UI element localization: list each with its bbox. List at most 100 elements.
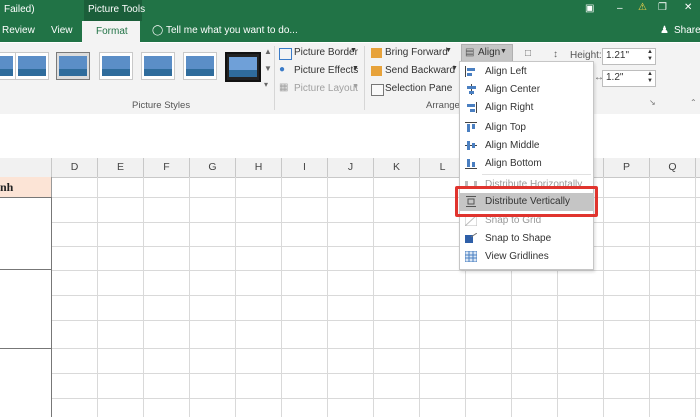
menu-item-view-gridlines[interactable]: View Gridlines (460, 248, 593, 266)
column-headers: D E F G H I J K L M N O P Q (0, 158, 700, 178)
gallery-scroll-up-icon[interactable]: ▲ (264, 47, 272, 56)
spin-down-icon[interactable]: ▼ (647, 78, 653, 84)
align-icon: ▤ (465, 47, 475, 58)
gridline (189, 177, 190, 417)
align-button-label: Align (478, 47, 501, 58)
warning-icon: ⚠ (638, 2, 647, 13)
gridline (0, 222, 700, 223)
height-label: Height: (570, 50, 602, 61)
width-input[interactable]: 1.2" ▲ ▼ (602, 70, 656, 87)
selection-pane-button[interactable]: Selection Pane (385, 83, 452, 94)
spin-down-icon[interactable]: ▼ (647, 56, 653, 62)
tab-view[interactable]: View (51, 25, 73, 36)
column-header-i[interactable]: I (282, 158, 328, 177)
align-dropdown-menu: Align Left Align Center Align Right Alig… (459, 61, 594, 270)
highlight-box (455, 186, 598, 217)
menu-item-align-right[interactable]: Align Right (460, 99, 593, 117)
picture-effects-button[interactable]: Picture Effects (294, 65, 358, 76)
bring-forward-icon (371, 48, 382, 58)
gridline (0, 348, 700, 349)
share-button[interactable]: Share (674, 25, 700, 36)
height-input[interactable]: 1.21" ▲ ▼ (602, 48, 656, 65)
tell-me-search[interactable]: Tell me what you want to do... (166, 25, 298, 36)
merged-cell-border (0, 197, 52, 417)
column-header-partial[interactable] (0, 158, 52, 177)
merged-cell-border (0, 269, 52, 270)
picture-style-thumb[interactable] (183, 52, 217, 80)
lightbulb-icon: ◯ (152, 25, 164, 36)
height-value: 1.21" (606, 50, 630, 61)
picture-layout-icon: ▦ (279, 82, 289, 93)
align-middle-icon (465, 140, 477, 151)
divider (274, 46, 275, 110)
menu-item-align-left[interactable]: Align Left (460, 63, 593, 81)
gridline (0, 398, 700, 399)
group-label-picture-styles: Picture Styles (132, 100, 191, 111)
gridline (281, 177, 282, 417)
crop-icon[interactable]: □ (525, 48, 531, 59)
gridline (603, 177, 604, 417)
height-icon: ↕ (553, 49, 558, 60)
window-title: Failed) (4, 4, 35, 15)
menu-item-label: Align Left (485, 66, 527, 77)
tab-format[interactable]: Format (82, 21, 140, 43)
picture-border-button[interactable]: Picture Border (294, 47, 358, 58)
chevron-down-icon: ▼ (352, 83, 359, 90)
restore-icon[interactable]: ❐ (658, 2, 667, 13)
chevron-down-icon: ▼ (352, 65, 359, 72)
minimize-icon[interactable]: – (617, 3, 623, 14)
align-left-icon (465, 66, 477, 77)
chevron-down-icon: ▼ (350, 47, 357, 54)
chevron-down-icon: ▼ (451, 65, 458, 72)
gridline (419, 177, 420, 417)
width-value: 1.2" (606, 72, 624, 83)
picture-style-thumb[interactable] (0, 52, 16, 80)
column-header-g[interactable]: G (190, 158, 236, 177)
picture-style-thumb[interactable] (225, 52, 261, 82)
column-header-f[interactable]: F (144, 158, 190, 177)
selection-pane-icon (371, 84, 384, 96)
column-header-d[interactable]: D (52, 158, 98, 177)
spin-up-icon[interactable]: ▲ (647, 71, 653, 77)
menu-item-align-middle[interactable]: Align Middle (460, 137, 593, 155)
menu-item-label: View Gridlines (485, 251, 549, 262)
menu-item-align-top[interactable]: Align Top (460, 119, 593, 137)
gridline (0, 246, 700, 247)
gallery-scroll-down-icon[interactable]: ▼ (264, 64, 272, 73)
header-cell[interactable]: nh (0, 177, 52, 198)
divider (364, 46, 365, 110)
align-center-icon (465, 84, 477, 95)
picture-style-thumb[interactable] (141, 52, 175, 80)
tab-review[interactable]: Review (2, 25, 35, 36)
picture-style-thumb[interactable] (99, 52, 133, 80)
collapse-ribbon-icon[interactable]: ⌃ (690, 98, 697, 107)
align-top-icon (465, 122, 477, 133)
menu-item-snap-to-shape[interactable]: Snap to Shape (460, 230, 593, 248)
gridline (0, 373, 700, 374)
column-header-h[interactable]: H (236, 158, 282, 177)
bring-forward-button[interactable]: Bring Forward (385, 47, 448, 58)
picture-style-thumb-selected[interactable] (56, 52, 90, 80)
size-dialog-launcher-icon[interactable]: ↘ (649, 98, 656, 107)
menu-item-align-bottom[interactable]: Align Bottom (460, 155, 593, 173)
picture-layout-button[interactable]: Picture Layout (294, 83, 358, 94)
gallery-more-icon[interactable]: ▾ (264, 80, 268, 89)
column-header-k[interactable]: K (374, 158, 420, 177)
column-header-p[interactable]: P (604, 158, 650, 177)
menu-item-label: Align Middle (485, 140, 540, 151)
menu-item-align-center[interactable]: Align Center (460, 81, 593, 99)
column-header-e[interactable]: E (98, 158, 144, 177)
formula-bar-area (0, 114, 700, 159)
column-header-j[interactable]: J (328, 158, 374, 177)
tab-format-label: Format (96, 26, 128, 37)
ribbon-display-icon[interactable]: ▣ (585, 3, 594, 14)
picture-style-thumb[interactable] (15, 52, 49, 80)
snap-to-shape-icon (465, 232, 478, 244)
column-header-q[interactable]: Q (650, 158, 696, 177)
chevron-down-icon: ▼ (445, 47, 452, 54)
spin-up-icon[interactable]: ▲ (647, 49, 653, 55)
close-icon[interactable]: ✕ (684, 2, 692, 13)
menu-item-label: Align Center (485, 84, 541, 95)
send-backward-button[interactable]: Send Backward (385, 65, 455, 76)
picture-border-icon (279, 48, 292, 60)
